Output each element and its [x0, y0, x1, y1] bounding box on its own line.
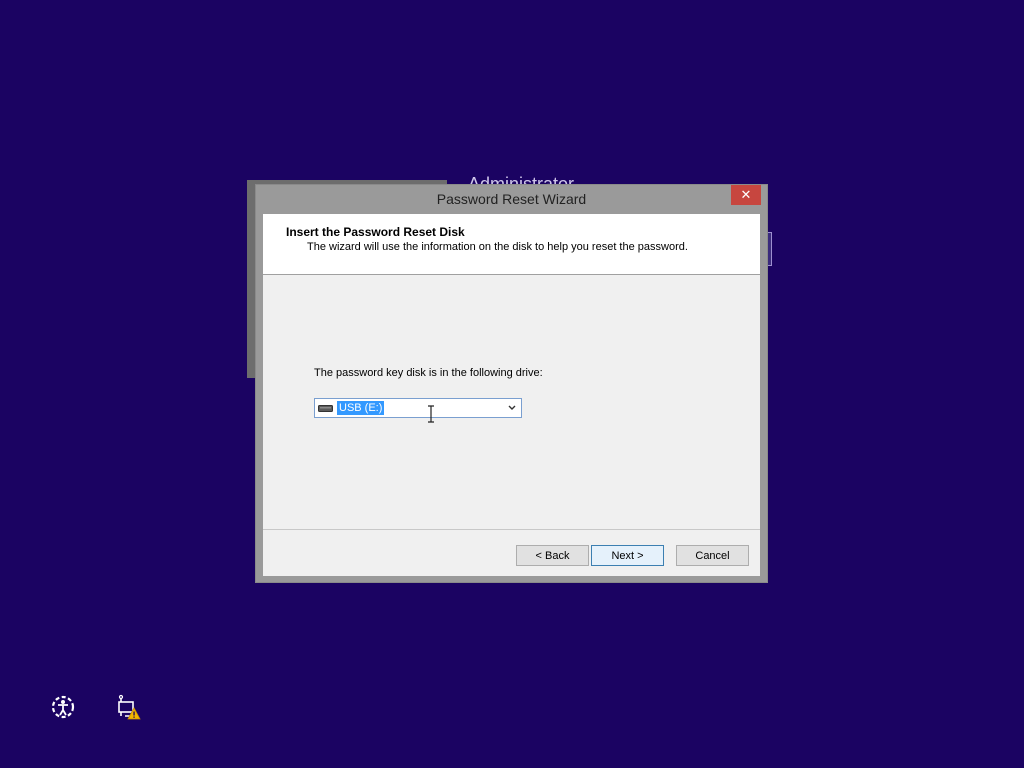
dialog-client-area: Insert the Password Reset Disk The wizar… — [263, 214, 760, 576]
ease-of-access-icon[interactable] — [49, 693, 77, 721]
network-warning-icon[interactable] — [115, 694, 143, 722]
chevron-down-icon — [508, 405, 516, 410]
drive-selected-value: USB (E:) — [337, 401, 385, 415]
close-button[interactable]: ✕ — [731, 185, 761, 205]
back-button[interactable]: < Back — [516, 545, 589, 566]
close-icon: ✕ — [740, 187, 752, 202]
usb-drive-icon — [318, 405, 333, 412]
footer-separator — [263, 529, 760, 530]
wizard-page-title: Insert the Password Reset Disk — [286, 225, 465, 239]
dialog-titlebar[interactable]: Password Reset Wizard ✕ — [256, 185, 767, 214]
background-password-field — [768, 232, 772, 266]
drive-dropdown[interactable]: USB (E:) — [314, 398, 522, 418]
text-cursor-icon — [428, 405, 434, 423]
wizard-page-subtitle: The wizard will use the information on t… — [307, 241, 688, 253]
wizard-header: Insert the Password Reset Disk The wizar… — [263, 214, 760, 275]
password-reset-wizard-dialog: Password Reset Wizard ✕ Insert the Passw… — [255, 184, 768, 583]
next-button[interactable]: Next > — [591, 545, 664, 566]
cancel-button[interactable]: Cancel — [676, 545, 749, 566]
drive-label: The password key disk is in the followin… — [314, 367, 543, 379]
dialog-title: Password Reset Wizard — [436, 191, 587, 207]
